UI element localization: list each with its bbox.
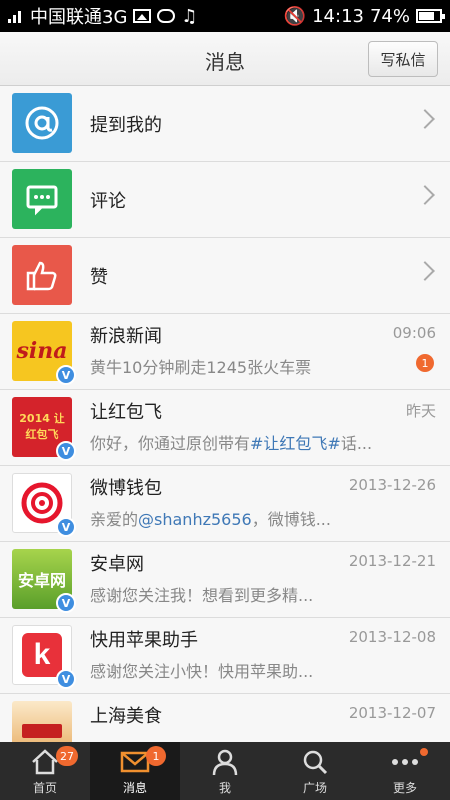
message-sender: 微博钱包 xyxy=(90,478,162,499)
kuaiyong-logo: k xyxy=(33,638,51,671)
tab-home[interactable]: 首页 27 xyxy=(0,742,90,800)
comment-icon xyxy=(12,169,72,229)
verified-badge-icon: V xyxy=(56,669,76,689)
search-icon xyxy=(301,747,329,777)
sina-logo: sina xyxy=(16,338,68,364)
message-time: 2013-12-08 xyxy=(348,628,436,646)
avatar: 2014 让红包飞 V xyxy=(12,397,76,461)
message-row-kuaiyong[interactable]: k V 快用苹果助手 2013-12-08 感谢您关注小快！快用苹果助... xyxy=(0,618,450,694)
bottom-tab-bar: 首页 27 消息 1 我 广场 更多 xyxy=(0,742,450,800)
message-time: 2013-12-07 xyxy=(348,704,436,722)
category-row-comments[interactable]: 评论 xyxy=(0,162,450,238)
more-dots-icon xyxy=(391,747,419,777)
tab-square[interactable]: 广场 xyxy=(270,742,360,800)
message-preview: 黄牛10分钟刷走1245张火车票 xyxy=(90,358,312,377)
red-packet-logo: 2014 让红包飞 xyxy=(19,412,65,441)
food-logo-icon xyxy=(22,724,62,738)
signal-icon xyxy=(8,8,24,24)
anzhuo-logo: 安卓网 xyxy=(17,571,66,590)
battery-icon xyxy=(416,9,445,23)
tab-messages[interactable]: 消息 1 xyxy=(90,742,180,800)
message-row-weibo-wallet[interactable]: V 微博钱包 2013-12-26 亲爱的@shanhz5656，微博钱... xyxy=(0,466,450,542)
message-time: 昨天 xyxy=(405,402,436,420)
tab-label: 更多 xyxy=(392,781,417,795)
message-time: 09:06 xyxy=(392,324,436,342)
avatar: sina V xyxy=(12,321,76,385)
message-time: 2013-12-26 xyxy=(348,476,436,494)
write-message-button[interactable]: 写私信 xyxy=(368,41,438,77)
new-dot-badge xyxy=(420,748,428,756)
message-row-red-packet[interactable]: 2014 让红包飞 V 让红包飞 昨天 你好，你通过原创带有#让红包飞#话... xyxy=(0,390,450,466)
mute-icon: 🔇 xyxy=(283,5,307,27)
category-row-likes[interactable]: 赞 xyxy=(0,238,450,314)
tab-label: 我 xyxy=(218,781,231,795)
category-row-mentions[interactable]: 提到我的 xyxy=(0,86,450,162)
category-label: 赞 xyxy=(90,267,108,288)
tab-badge: 1 xyxy=(146,746,166,766)
person-icon xyxy=(211,747,239,777)
message-list[interactable]: 提到我的 评论 赞 sina V 新浪新闻 09:06 黄牛10分钟刷走1245… xyxy=(0,86,450,742)
music-icon: ♫ xyxy=(181,5,198,27)
battery-percent: 74% xyxy=(369,5,410,27)
tab-label: 首页 xyxy=(32,781,57,795)
message-time: 2013-12-21 xyxy=(348,552,436,570)
verified-badge-icon: V xyxy=(56,441,76,461)
home-icon xyxy=(30,747,60,777)
message-preview: 你好，你通过原创带有#让红包飞#话... xyxy=(90,434,373,453)
message-sender: 让红包飞 xyxy=(90,402,162,423)
tab-me[interactable]: 我 xyxy=(180,742,270,800)
message-preview: 感谢您关注小快！快用苹果助... xyxy=(90,662,314,681)
avatar: V xyxy=(12,473,76,537)
chat-notification-icon xyxy=(157,9,176,23)
verified-badge-icon: V xyxy=(56,593,76,613)
category-label: 评论 xyxy=(90,191,126,212)
header-bar: 消息 写私信 xyxy=(0,32,450,86)
verified-badge-icon: V xyxy=(56,365,76,385)
image-notification-icon xyxy=(133,9,152,23)
unread-badge: 1 xyxy=(416,354,434,372)
tab-label: 消息 xyxy=(122,781,147,795)
message-row-anzhuo[interactable]: 安卓网 V 安卓网 2013-12-21 感谢您关注我！想看到更多精... xyxy=(0,542,450,618)
avatar: 安卓网 V xyxy=(12,549,76,613)
status-bar: 中国联通3G ♫ 🔇 14:13 74% xyxy=(0,0,450,32)
message-preview: 感谢您关注我！想看到更多精... xyxy=(90,586,314,605)
message-sender: 安卓网 xyxy=(90,554,144,575)
tab-label: 广场 xyxy=(302,781,327,795)
message-row-sina-news[interactable]: sina V 新浪新闻 09:06 黄牛10分钟刷走1245张火车票 1 xyxy=(0,314,450,390)
message-sender: 新浪新闻 xyxy=(90,326,162,347)
envelope-icon xyxy=(120,747,150,777)
carrier-label: 中国联通3G xyxy=(30,7,128,28)
avatar xyxy=(12,701,72,742)
tab-more[interactable]: 更多 xyxy=(360,742,450,800)
hashtag-link[interactable]: #让红包飞# xyxy=(250,434,341,453)
verified-badge-icon: V xyxy=(56,517,76,537)
avatar: k V xyxy=(12,625,76,689)
thumbs-up-icon xyxy=(12,245,72,305)
clock: 14:13 xyxy=(312,5,364,27)
message-row-shanghai-food[interactable]: 上海美食 2013-12-07 xyxy=(0,694,450,742)
at-icon xyxy=(12,93,72,153)
message-sender: 上海美食 xyxy=(90,706,162,727)
chevron-right-icon xyxy=(415,185,435,205)
chevron-right-icon xyxy=(415,261,435,281)
message-sender: 快用苹果助手 xyxy=(90,630,198,651)
tab-badge: 27 xyxy=(56,746,78,766)
message-preview: 亲爱的@shanhz5656，微博钱... xyxy=(90,510,331,529)
category-label: 提到我的 xyxy=(90,115,162,136)
chevron-right-icon xyxy=(415,109,435,129)
mention-link[interactable]: @shanhz5656 xyxy=(138,510,252,529)
